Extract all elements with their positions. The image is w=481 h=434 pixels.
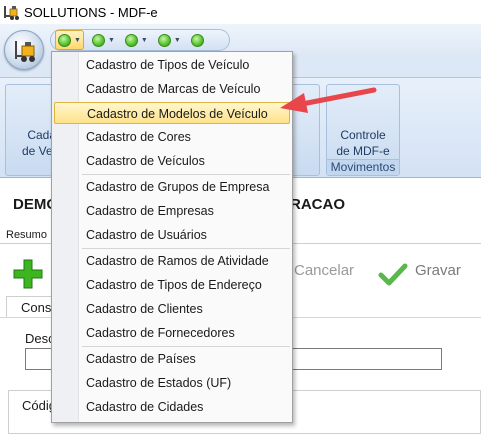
green-dot-icon <box>91 33 105 47</box>
checkmark-icon[interactable] <box>378 262 408 288</box>
menu-item-estados[interactable]: Cadastro de Estados (UF) <box>54 372 290 394</box>
menu-item-marcas-veiculo[interactable]: Cadastro de Marcas de Veículo <box>54 78 290 100</box>
annotation-arrow-icon <box>280 87 377 113</box>
menu-item-tipos-endereco[interactable]: Cadastro de Tipos de Endereço <box>54 274 290 296</box>
menu-separator <box>82 248 290 249</box>
qat-button-3[interactable]: ▼ <box>123 30 150 50</box>
group-label-movimentos: Movimentos <box>327 159 399 175</box>
tab-resumo[interactable]: Resumo <box>6 229 47 241</box>
green-dot-icon <box>157 33 171 47</box>
menu-item-cores[interactable]: Cadastro de Cores <box>54 126 290 148</box>
green-dot-icon <box>190 33 204 47</box>
chevron-down-icon: ▼ <box>107 36 115 44</box>
menu-item-usuarios[interactable]: Cadastro de Usuários <box>54 224 290 246</box>
chevron-down-icon: ▼ <box>140 36 148 44</box>
title-bar: SOLLUTIONS - MDF-e <box>0 0 481 24</box>
chevron-down-icon: ▼ <box>173 36 181 44</box>
menu-item-cidades[interactable]: Cadastro de Cidades <box>54 396 290 418</box>
add-icon[interactable] <box>12 258 44 290</box>
menu-item-veiculos[interactable]: Cadastro de Veículos <box>54 150 290 172</box>
green-dot-icon <box>124 33 138 47</box>
menu-item-modelos-veiculo[interactable]: Cadastro de Modelos de Veículo <box>54 102 290 124</box>
description-input-right[interactable] <box>290 348 442 370</box>
controle-mdfe-button[interactable]: Controle de MDF-e <box>327 127 399 159</box>
menu-item-grupos-empresa[interactable]: Cadastro de Grupos de Empresa <box>54 176 290 198</box>
green-dot-icon <box>58 33 71 47</box>
menu-item-ramos-atividade[interactable]: Cadastro de Ramos de Atividade <box>54 250 290 272</box>
cancel-button[interactable]: Cancelar <box>294 262 354 279</box>
chevron-down-icon: ▼ <box>74 36 81 44</box>
menu-separator <box>82 174 290 175</box>
forklift-icon <box>4 6 19 20</box>
menu-separator <box>82 346 290 347</box>
menu-item-empresas[interactable]: Cadastro de Empresas <box>54 200 290 222</box>
menu-item-paises[interactable]: Cadastro de Países <box>54 348 290 370</box>
save-button[interactable]: Gravar <box>415 262 461 279</box>
qat-button-2[interactable]: ▼ <box>90 30 117 50</box>
menu-item-clientes[interactable]: Cadastro de Clientes <box>54 298 290 320</box>
qat-button-4[interactable]: ▼ <box>156 30 183 50</box>
qat-button-5[interactable] <box>189 30 206 50</box>
forklift-icon <box>15 41 35 62</box>
application-menu-button[interactable] <box>4 30 44 70</box>
menu-item-fornecedores[interactable]: Cadastro de Fornecedores <box>54 322 290 344</box>
quick-access-toolbar: ▼ ▼ ▼ ▼ <box>50 29 230 51</box>
qat-button-cadastros[interactable]: ▼ <box>55 30 84 50</box>
cadastros-dropdown-menu: Cadastro de Tipos de Veículo Cadastro de… <box>51 51 293 423</box>
page-title-tail: RACAO <box>290 196 345 213</box>
window-title: SOLLUTIONS - MDF-e <box>24 4 158 20</box>
menu-item-tipos-veiculo[interactable]: Cadastro de Tipos de Veículo <box>54 54 290 76</box>
